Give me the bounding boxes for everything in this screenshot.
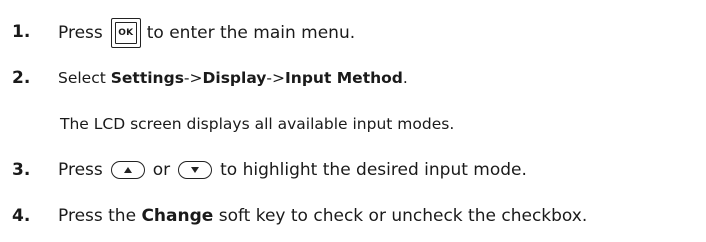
step-text: to enter the main menu. (146, 23, 356, 43)
step-4-text: Press the Change soft key to check or un… (58, 204, 587, 228)
step-text: to highlight the desired input mode. (220, 160, 527, 180)
step-number: 1. (12, 22, 31, 42)
note-text-content: The LCD screen displays all available in… (60, 115, 455, 133)
step-text: . (402, 69, 408, 87)
step-text: or (152, 160, 171, 180)
menu-path-input-method: Input Method (285, 69, 403, 87)
path-arrow: -> (183, 69, 203, 87)
step-1-text: Press OK to enter the main menu. (58, 18, 355, 48)
step-number: 2. (12, 68, 31, 88)
path-arrow: -> (266, 69, 286, 87)
ok-key-icon: OK (110, 18, 141, 48)
softkey-change: Change (141, 206, 214, 226)
note-text: The LCD screen displays all available in… (60, 112, 454, 136)
step-text: Select (58, 69, 111, 87)
step-number: 4. (12, 206, 31, 226)
menu-path-settings: Settings (110, 69, 184, 87)
ok-key-label: OK (118, 28, 134, 38)
menu-path-display: Display (202, 69, 267, 87)
step-text: Press (58, 23, 103, 43)
step-2-text: Select Settings -> Display -> Input Meth… (58, 66, 408, 90)
step-text: Press the (58, 206, 142, 226)
step-number: 3. (12, 160, 31, 180)
down-arrow-key-icon (178, 161, 213, 179)
step-text: soft key to check or uncheck the checkbo… (213, 206, 588, 226)
step-text: Press (58, 160, 103, 180)
up-arrow-key-icon (110, 161, 145, 179)
step-3-text: Press or to highlight the desired input … (58, 158, 527, 182)
